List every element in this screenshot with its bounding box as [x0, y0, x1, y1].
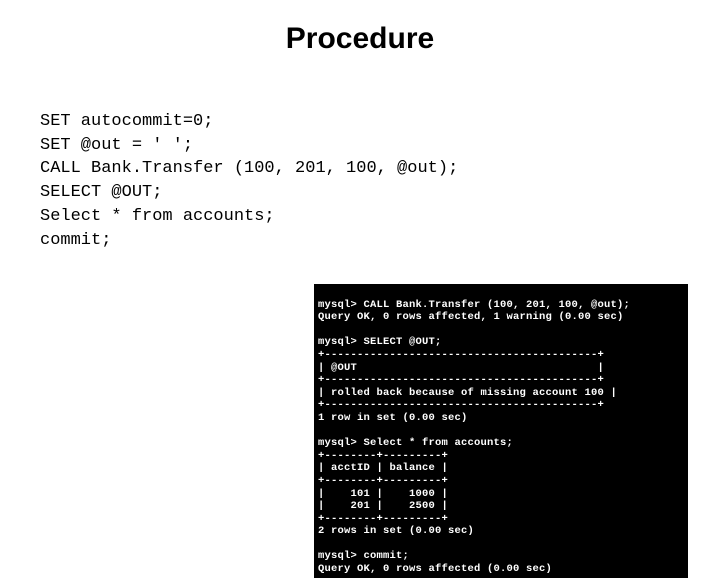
term-line: | acctID | balance | [318, 462, 448, 474]
term-line: | rolled back because of missing account… [318, 387, 617, 399]
term-line: | 101 | 1000 | [318, 488, 448, 500]
term-line: | 201 | 2500 | [318, 500, 448, 512]
term-line: mysql> commit; [318, 550, 409, 562]
term-line: mysql> CALL Bank.Transfer (100, 201, 100… [318, 299, 630, 311]
term-line: +--------+---------+ [318, 475, 448, 487]
term-line: +---------------------------------------… [318, 399, 604, 411]
code-line: SET autocommit=0; [40, 112, 213, 131]
code-line: SELECT @OUT; [40, 183, 162, 202]
term-line: +--------+---------+ [318, 450, 448, 462]
term-line: mysql> Select * from accounts; [318, 437, 513, 449]
term-line: mysql> SELECT @OUT; [318, 336, 442, 348]
term-line: +---------------------------------------… [318, 374, 604, 386]
term-line: Query OK, 0 rows affected, 1 warning (0.… [318, 311, 624, 323]
term-line: 2 rows in set (0.00 sec) [318, 525, 474, 537]
sql-code-block: SET autocommit=0; SET @out = ' '; CALL B… [40, 86, 720, 253]
term-line: 1 row in set (0.00 sec) [318, 412, 468, 424]
term-line: +---------------------------------------… [318, 349, 604, 361]
code-line: SET @out = ' '; [40, 136, 193, 155]
mysql-terminal-output: mysql> CALL Bank.Transfer (100, 201, 100… [314, 284, 688, 578]
code-line: commit; [40, 231, 111, 250]
term-line: | @OUT | [318, 362, 604, 374]
term-line: Query OK, 0 rows affected (0.00 sec) [318, 563, 552, 575]
term-line: +--------+---------+ [318, 513, 448, 525]
code-line: CALL Bank.Transfer (100, 201, 100, @out)… [40, 159, 458, 178]
code-line: Select * from accounts; [40, 207, 275, 226]
page-title: Procedure [0, 22, 720, 56]
